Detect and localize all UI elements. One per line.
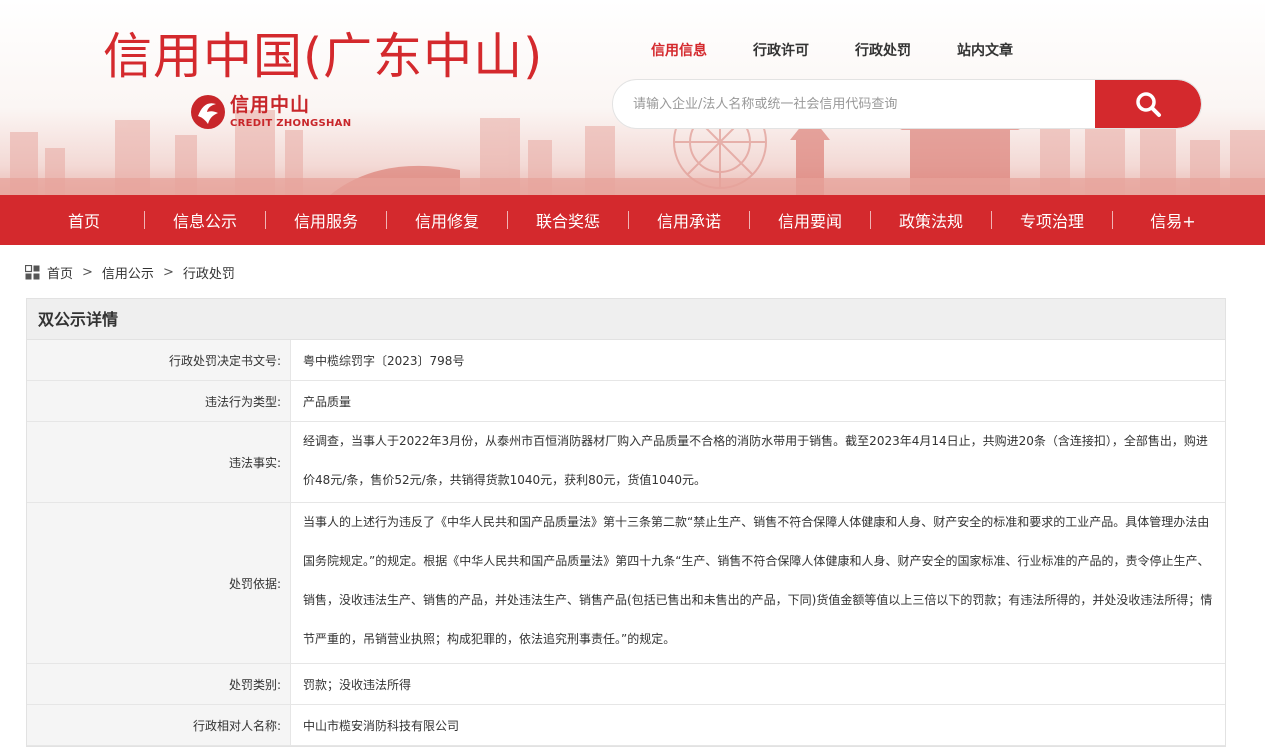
logo-english-text: CREDIT ZHONGSHAN bbox=[230, 117, 352, 129]
breadcrumb-separator: > bbox=[82, 265, 93, 280]
main-nav: 首页 信息公示 信用服务 信用修复 联合奖惩 信用承诺 信用要闻 政策法规 专项… bbox=[0, 195, 1265, 245]
detail-title: 双公示详情 bbox=[27, 299, 1225, 340]
detail-row-penalty-basis: 处罚依据: 当事人的上述行为违反了《中华人民共和国产品质量法》第十三条第二款“禁… bbox=[27, 503, 1225, 664]
site-title: 信用中国(广东中山) bbox=[103, 28, 544, 85]
nav-credit-news[interactable]: 信用要闻 bbox=[750, 208, 870, 232]
nav-xinyi-plus[interactable]: 信易+ bbox=[1113, 208, 1233, 232]
grid-icon bbox=[25, 265, 40, 280]
search-bar bbox=[612, 79, 1202, 129]
breadcrumb-home[interactable]: 首页 bbox=[47, 263, 73, 282]
detail-label: 处罚类别: bbox=[27, 664, 291, 704]
detail-row-violation-type: 违法行为类型: 产品质量 bbox=[27, 381, 1225, 422]
nav-policies-regulations[interactable]: 政策法规 bbox=[871, 208, 991, 232]
detail-value: 产品质量 bbox=[303, 394, 352, 409]
search-input[interactable] bbox=[613, 80, 1095, 128]
detail-value: 罚款；没收违法所得 bbox=[303, 677, 412, 692]
breadcrumb-admin-penalty[interactable]: 行政处罚 bbox=[183, 263, 235, 282]
nav-info-publicity[interactable]: 信息公示 bbox=[145, 208, 265, 232]
detail-label: 违法行为类型: bbox=[27, 381, 291, 421]
top-nav-site-articles[interactable]: 站内文章 bbox=[957, 40, 1013, 60]
detail-value: 中山市榄安消防科技有限公司 bbox=[303, 718, 460, 733]
nav-credit-service[interactable]: 信用服务 bbox=[266, 208, 386, 232]
detail-row-penalty-category: 处罚类别: 罚款；没收违法所得 bbox=[27, 664, 1225, 705]
breadcrumb-separator: > bbox=[162, 265, 174, 280]
detail-label: 行政处罚决定书文号: bbox=[27, 340, 291, 380]
detail-row-decision-number: 行政处罚决定书文号: 粤中榄综罚字〔2023〕798号 bbox=[27, 340, 1225, 381]
detail-label: 违法事实: bbox=[27, 422, 291, 502]
top-nav: 信用信息 行政许可 行政处罚 站内文章 bbox=[651, 40, 1059, 60]
nav-special-governance[interactable]: 专项治理 bbox=[992, 208, 1112, 232]
top-nav-admin-license[interactable]: 行政许可 bbox=[753, 40, 809, 60]
breadcrumb-credit-publicity[interactable]: 信用公示 bbox=[102, 263, 154, 282]
detail-panel: 双公示详情 行政处罚决定书文号: 粤中榄综罚字〔2023〕798号 违法行为类型… bbox=[26, 298, 1226, 747]
credit-zhongshan-logo-icon bbox=[191, 95, 225, 129]
nav-credit-commitment[interactable]: 信用承诺 bbox=[629, 208, 749, 232]
logo[interactable]: 信用中山 CREDIT ZHONGSHAN bbox=[190, 94, 351, 130]
search-button[interactable] bbox=[1095, 80, 1201, 128]
detail-row-violation-facts: 违法事实: 经调查，当事人于2022年3月份，从泰州市百恒消防器材厂购入产品质量… bbox=[27, 422, 1225, 503]
breadcrumb: 首页 > 信用公示 > 行政处罚 bbox=[25, 263, 235, 282]
top-nav-admin-penalty[interactable]: 行政处罚 bbox=[855, 40, 911, 60]
detail-label: 行政相对人名称: bbox=[27, 705, 291, 745]
nav-credit-repair[interactable]: 信用修复 bbox=[387, 208, 507, 232]
logo-chinese-text: 信用中山 bbox=[230, 93, 311, 116]
nav-joint-reward-punishment[interactable]: 联合奖惩 bbox=[508, 208, 628, 232]
search-icon bbox=[1136, 92, 1161, 117]
nav-home[interactable]: 首页 bbox=[24, 208, 144, 232]
detail-value: 粤中榄综罚字〔2023〕798号 bbox=[303, 353, 465, 368]
detail-value: 当事人的上述行为违反了《中华人民共和国产品质量法》第十三条第二款“禁止生产、销售… bbox=[303, 515, 1213, 646]
detail-label: 处罚依据: bbox=[27, 503, 291, 663]
top-nav-credit-info[interactable]: 信用信息 bbox=[651, 40, 707, 60]
header-banner: 信用中国(广东中山) 信用中山 CREDIT ZHONGSHAN 信用信息 行政… bbox=[0, 0, 1265, 195]
detail-value: 经调查，当事人于2022年3月份，从泰州市百恒消防器材厂购入产品质量不合格的消防… bbox=[303, 434, 1208, 487]
